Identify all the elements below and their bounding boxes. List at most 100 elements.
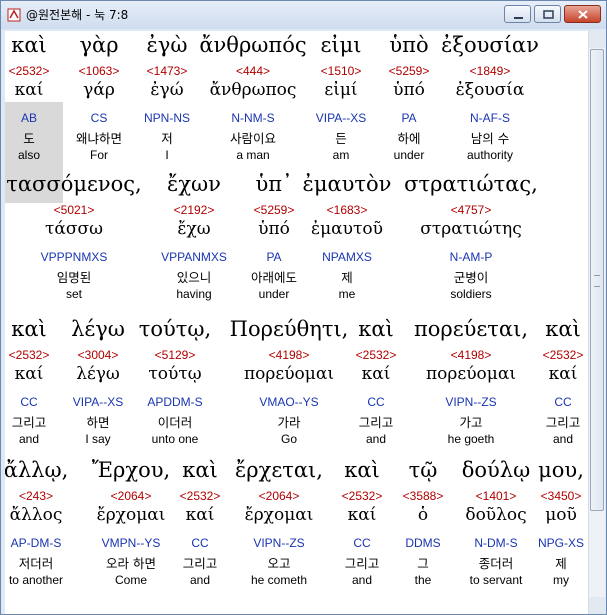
word-english: Come: [114, 573, 148, 587]
word-korean: 오고: [267, 556, 291, 571]
word-parsing: CC: [20, 395, 38, 409]
word-parsing: PA: [266, 250, 282, 264]
word-strong[interactable]: <4198>: [269, 348, 310, 362]
word-strong[interactable]: <1849>: [470, 64, 511, 78]
word-lemma: καί: [185, 505, 215, 525]
word-english: the: [414, 573, 432, 587]
minimize-button[interactable]: [504, 5, 531, 23]
window-title: @원전본해 - 눅 7:8: [26, 8, 129, 22]
word-korean: 임명된: [56, 270, 92, 285]
word-english: and: [18, 432, 40, 446]
word-korean: 오라 하면: [106, 556, 156, 571]
bible-app-icon[interactable]: [7, 7, 21, 22]
word-greek: γὰρ: [79, 33, 119, 57]
word-strong[interactable]: <1473>: [147, 64, 188, 78]
app-window: @원전본해 - 눅 7:8 καὶ <2532> καί AB 도 also γὰρ <106…: [0, 0, 607, 615]
word-lemma: καί: [14, 364, 44, 384]
word-korean: 왜냐하면: [75, 131, 123, 146]
word-parsing: DDMS: [405, 536, 441, 550]
word-parsing: VIPA--XS: [315, 111, 367, 125]
word-korean: 가라: [277, 415, 301, 430]
word-greek: Ἔρχου,: [91, 458, 171, 482]
word-strong[interactable]: <2532>: [180, 489, 221, 503]
word-strong[interactable]: <444>: [236, 64, 270, 78]
word-english: under: [258, 287, 290, 301]
word-lemma: τούτῳ: [148, 364, 202, 384]
minimize-icon: [514, 17, 523, 19]
word-lemma: καί: [548, 364, 578, 384]
word-greek: στρατιώτας,: [404, 172, 538, 196]
word-lemma: καί: [14, 80, 44, 100]
scroll-thumb[interactable]: [590, 49, 604, 511]
word-strong[interactable]: <5259>: [389, 64, 430, 78]
word-strong[interactable]: <1063>: [79, 64, 120, 78]
word-lemma: τάσσω: [45, 219, 103, 239]
word-parsing: N-AF-S: [470, 111, 510, 125]
word-lemma: ἔρχομαι: [96, 505, 166, 525]
maximize-icon: [543, 10, 554, 19]
word-korean: 그: [417, 556, 429, 571]
word-strong[interactable]: <1401>: [476, 489, 517, 503]
word-lemma: ἔχω: [177, 219, 211, 239]
scroll-up-button[interactable]: [589, 31, 605, 48]
word-strong[interactable]: <2532>: [9, 64, 50, 78]
word-greek: ἐγὼ: [146, 33, 188, 57]
interlinear-text-view[interactable]: καὶ <2532> καί AB 도 also γὰρ <1063> γάρ CS 왜냐하면 For…: [5, 31, 588, 614]
word-english: under: [393, 148, 425, 162]
word-strong[interactable]: <5259>: [254, 203, 295, 217]
word-parsing: AB: [20, 111, 38, 125]
word-strong[interactable]: <243>: [19, 489, 53, 503]
word-strong[interactable]: <2532>: [342, 489, 383, 503]
word-lemma: ἄλλος: [9, 505, 63, 525]
word-strong[interactable]: <4198>: [451, 348, 492, 362]
word-strong[interactable]: <2064>: [259, 489, 300, 503]
word-korean: 있으니: [176, 270, 212, 285]
word-korean: 그리고: [358, 415, 394, 430]
word-greek: λέγω: [71, 317, 125, 341]
word-strong[interactable]: <2064>: [111, 489, 152, 503]
scroll-down-button[interactable]: [589, 597, 605, 614]
word-lemma: πορεύομαι: [426, 364, 516, 384]
word-parsing: NPAMXS: [322, 250, 372, 264]
word-lemma: ἄνθρωπος: [209, 80, 297, 100]
word-korean: 아래에도: [250, 270, 298, 285]
word-english: unto one: [151, 432, 199, 446]
word-parsing: VPPPNMXS: [40, 250, 108, 264]
word-strong[interactable]: <5021>: [54, 203, 95, 217]
word-greek: καὶ: [344, 458, 380, 482]
close-button[interactable]: [564, 5, 601, 23]
word-lemma: μοῦ: [545, 505, 577, 525]
word-strong[interactable]: <2532>: [356, 348, 397, 362]
word-greek: καὶ: [182, 458, 218, 482]
word-parsing: VIPN--ZS: [253, 536, 305, 550]
word-strong[interactable]: <1510>: [321, 64, 362, 78]
vertical-scrollbar[interactable]: [588, 31, 605, 614]
word-strong[interactable]: <1683>: [327, 203, 368, 217]
word-lemma: ἐμαυτοῦ: [311, 219, 383, 239]
word-parsing: NPG-XS: [537, 536, 585, 550]
word-korean: 그리고: [182, 556, 218, 571]
word-strong[interactable]: <3450>: [541, 489, 582, 503]
title-bar[interactable]: @원전본해 - 눅 7:8: [1, 1, 606, 29]
word-greek: ὑπ᾽: [255, 172, 293, 196]
word-strong[interactable]: <3004>: [78, 348, 119, 362]
word-korean: 저더러: [18, 556, 54, 571]
word-strong[interactable]: <3588>: [403, 489, 444, 503]
word-greek: τασσόμενος,: [6, 172, 142, 196]
word-strong[interactable]: <2192>: [174, 203, 215, 217]
word-english: to another: [8, 573, 64, 587]
word-english: Go: [280, 432, 298, 446]
word-greek: ἄνθρωπός: [199, 33, 307, 57]
maximize-button[interactable]: [534, 5, 561, 23]
word-strong[interactable]: <2532>: [9, 348, 50, 362]
word-strong[interactable]: <5129>: [155, 348, 196, 362]
word-lemma: καί: [347, 505, 377, 525]
word-strong[interactable]: <2532>: [543, 348, 584, 362]
close-icon: [578, 10, 588, 19]
word-english: and: [365, 432, 387, 446]
word-greek: καὶ: [11, 33, 47, 57]
word-korean: 제: [555, 556, 567, 571]
word-lemma: ὑπό: [258, 219, 290, 239]
word-strong[interactable]: <4757>: [451, 203, 492, 217]
word-korean: 그리고: [344, 556, 380, 571]
